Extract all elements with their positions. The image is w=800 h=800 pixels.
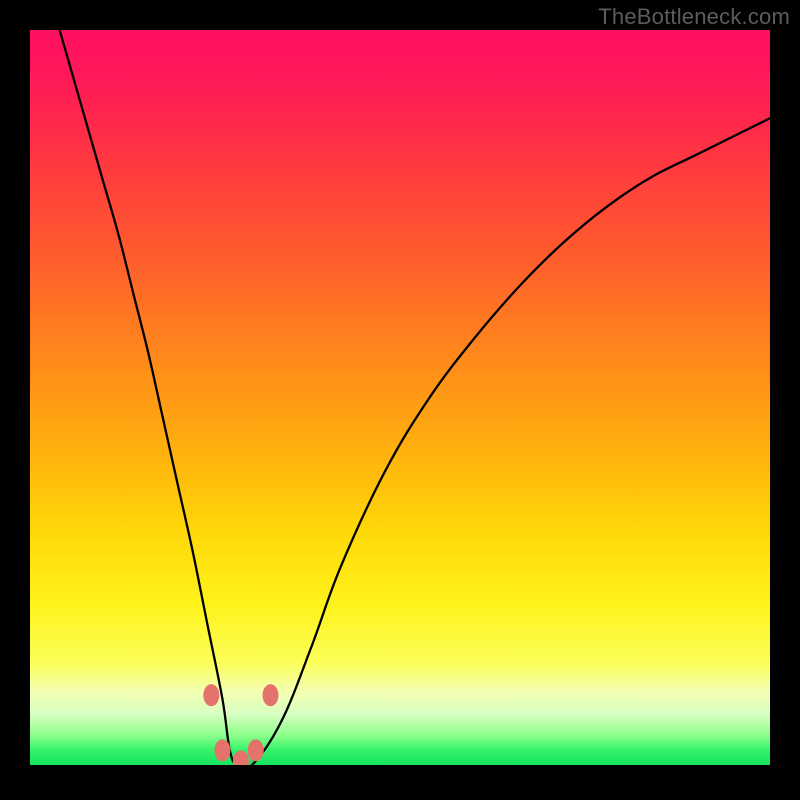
curve-marker — [263, 684, 279, 706]
curve-marker — [233, 750, 249, 765]
curve-marker — [214, 739, 230, 761]
curve-layer — [60, 30, 770, 765]
watermark-text: TheBottleneck.com — [598, 4, 790, 30]
chart-frame: TheBottleneck.com — [0, 0, 800, 800]
plot-area — [30, 30, 770, 765]
curve-marker — [248, 739, 264, 761]
bottleneck-curve-path — [60, 30, 770, 765]
curve-marker — [203, 684, 219, 706]
marker-layer — [203, 684, 278, 765]
bottleneck-curve-svg — [30, 30, 770, 765]
